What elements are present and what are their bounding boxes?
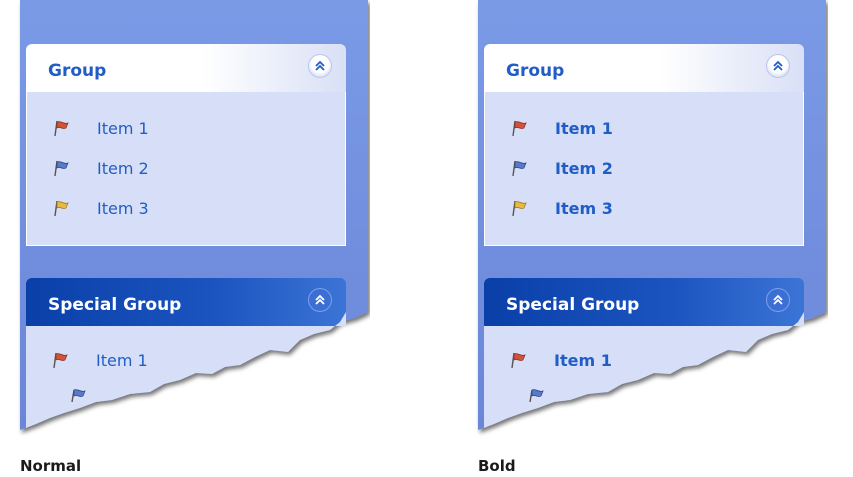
red-flag-icon (53, 352, 68, 369)
taskpane-normal: Group Item 1 Item 2 Item 3 Special Group… (0, 0, 370, 475)
blue-flag-icon (71, 389, 86, 402)
panel-caption: Normal (20, 457, 82, 475)
blue-flag-icon (529, 389, 544, 402)
panel-caption: Bold (478, 457, 516, 475)
special-list-item[interactable]: Item 1 (508, 348, 612, 372)
special-list-item[interactable]: Item 1 (50, 348, 148, 372)
torn-special-body (484, 312, 804, 428)
taskpane-bold: Group Item 1 Item 2 Item 3 Special Group… (458, 0, 828, 475)
red-flag-icon (511, 352, 526, 369)
item-label: Item 1 (554, 350, 612, 370)
item-label: Item 1 (96, 350, 148, 370)
torn-special-body (26, 312, 346, 428)
